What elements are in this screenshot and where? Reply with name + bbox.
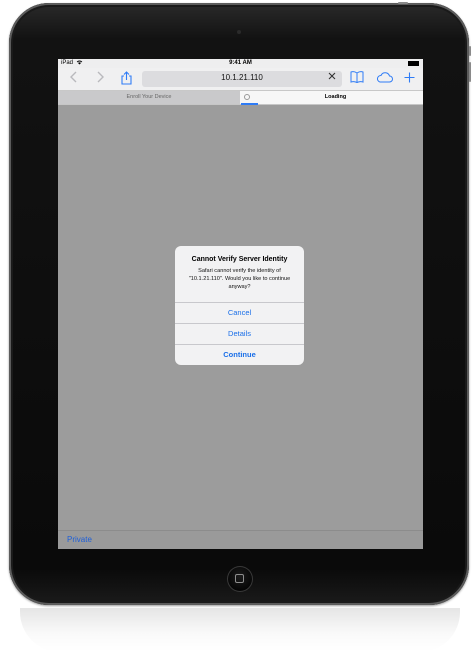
forward-button[interactable]	[93, 71, 107, 87]
book-icon	[350, 71, 364, 84]
home-square-icon	[235, 574, 244, 583]
private-button[interactable]: Private	[67, 535, 92, 544]
chevron-left-icon	[70, 71, 77, 83]
device-reflection	[20, 608, 460, 652]
new-tab-button[interactable]	[402, 71, 416, 87]
back-button[interactable]	[67, 71, 81, 87]
share-button[interactable]	[119, 71, 133, 87]
sleep-button	[469, 46, 471, 56]
tab-loading[interactable]: Loading	[248, 91, 423, 104]
cloud-icon	[376, 72, 393, 83]
tab-label: Loading	[324, 94, 347, 100]
status-bar: iPad 9:41 AM	[58, 59, 423, 68]
battery-icon	[408, 61, 419, 66]
continue-button[interactable]: Continue	[175, 344, 304, 364]
certificate-alert: Cannot Verify Server Identity Safari can…	[175, 246, 304, 365]
bookmarks-button[interactable]	[349, 71, 365, 87]
plus-icon	[404, 72, 414, 83]
chevron-right-icon	[97, 71, 104, 83]
alert-title: Cannot Verify Server Identity	[191, 256, 288, 263]
address-bar[interactable]: 10.1.21.110	[142, 71, 342, 87]
mute-switch	[398, 2, 408, 4]
volume-rocker	[469, 62, 471, 82]
front-camera	[237, 30, 241, 34]
stop-loading-button[interactable]	[328, 72, 336, 83]
screen: iPad 9:41 AM 10.1.21.110 Enroll Your Dev…	[58, 59, 423, 549]
url-text: 10.1.21.110	[221, 73, 263, 82]
status-time: 9:41 AM	[229, 60, 252, 66]
bottom-bar: Private	[58, 530, 423, 549]
close-icon	[328, 72, 336, 80]
tab-enroll-device[interactable]: Enroll Your Device	[58, 91, 240, 104]
alert-message: Safari cannot verify the identity of "10…	[188, 268, 291, 290]
safari-toolbar: 10.1.21.110	[58, 68, 423, 91]
tab-label: Enroll Your Device	[126, 94, 172, 100]
icloud-tabs-button[interactable]	[375, 71, 393, 87]
home-button[interactable]	[227, 566, 253, 592]
details-button[interactable]: Details	[175, 323, 304, 343]
share-icon	[120, 71, 132, 85]
cancel-button[interactable]: Cancel	[175, 302, 304, 322]
tab-bar: Enroll Your Device Loading	[58, 91, 423, 105]
